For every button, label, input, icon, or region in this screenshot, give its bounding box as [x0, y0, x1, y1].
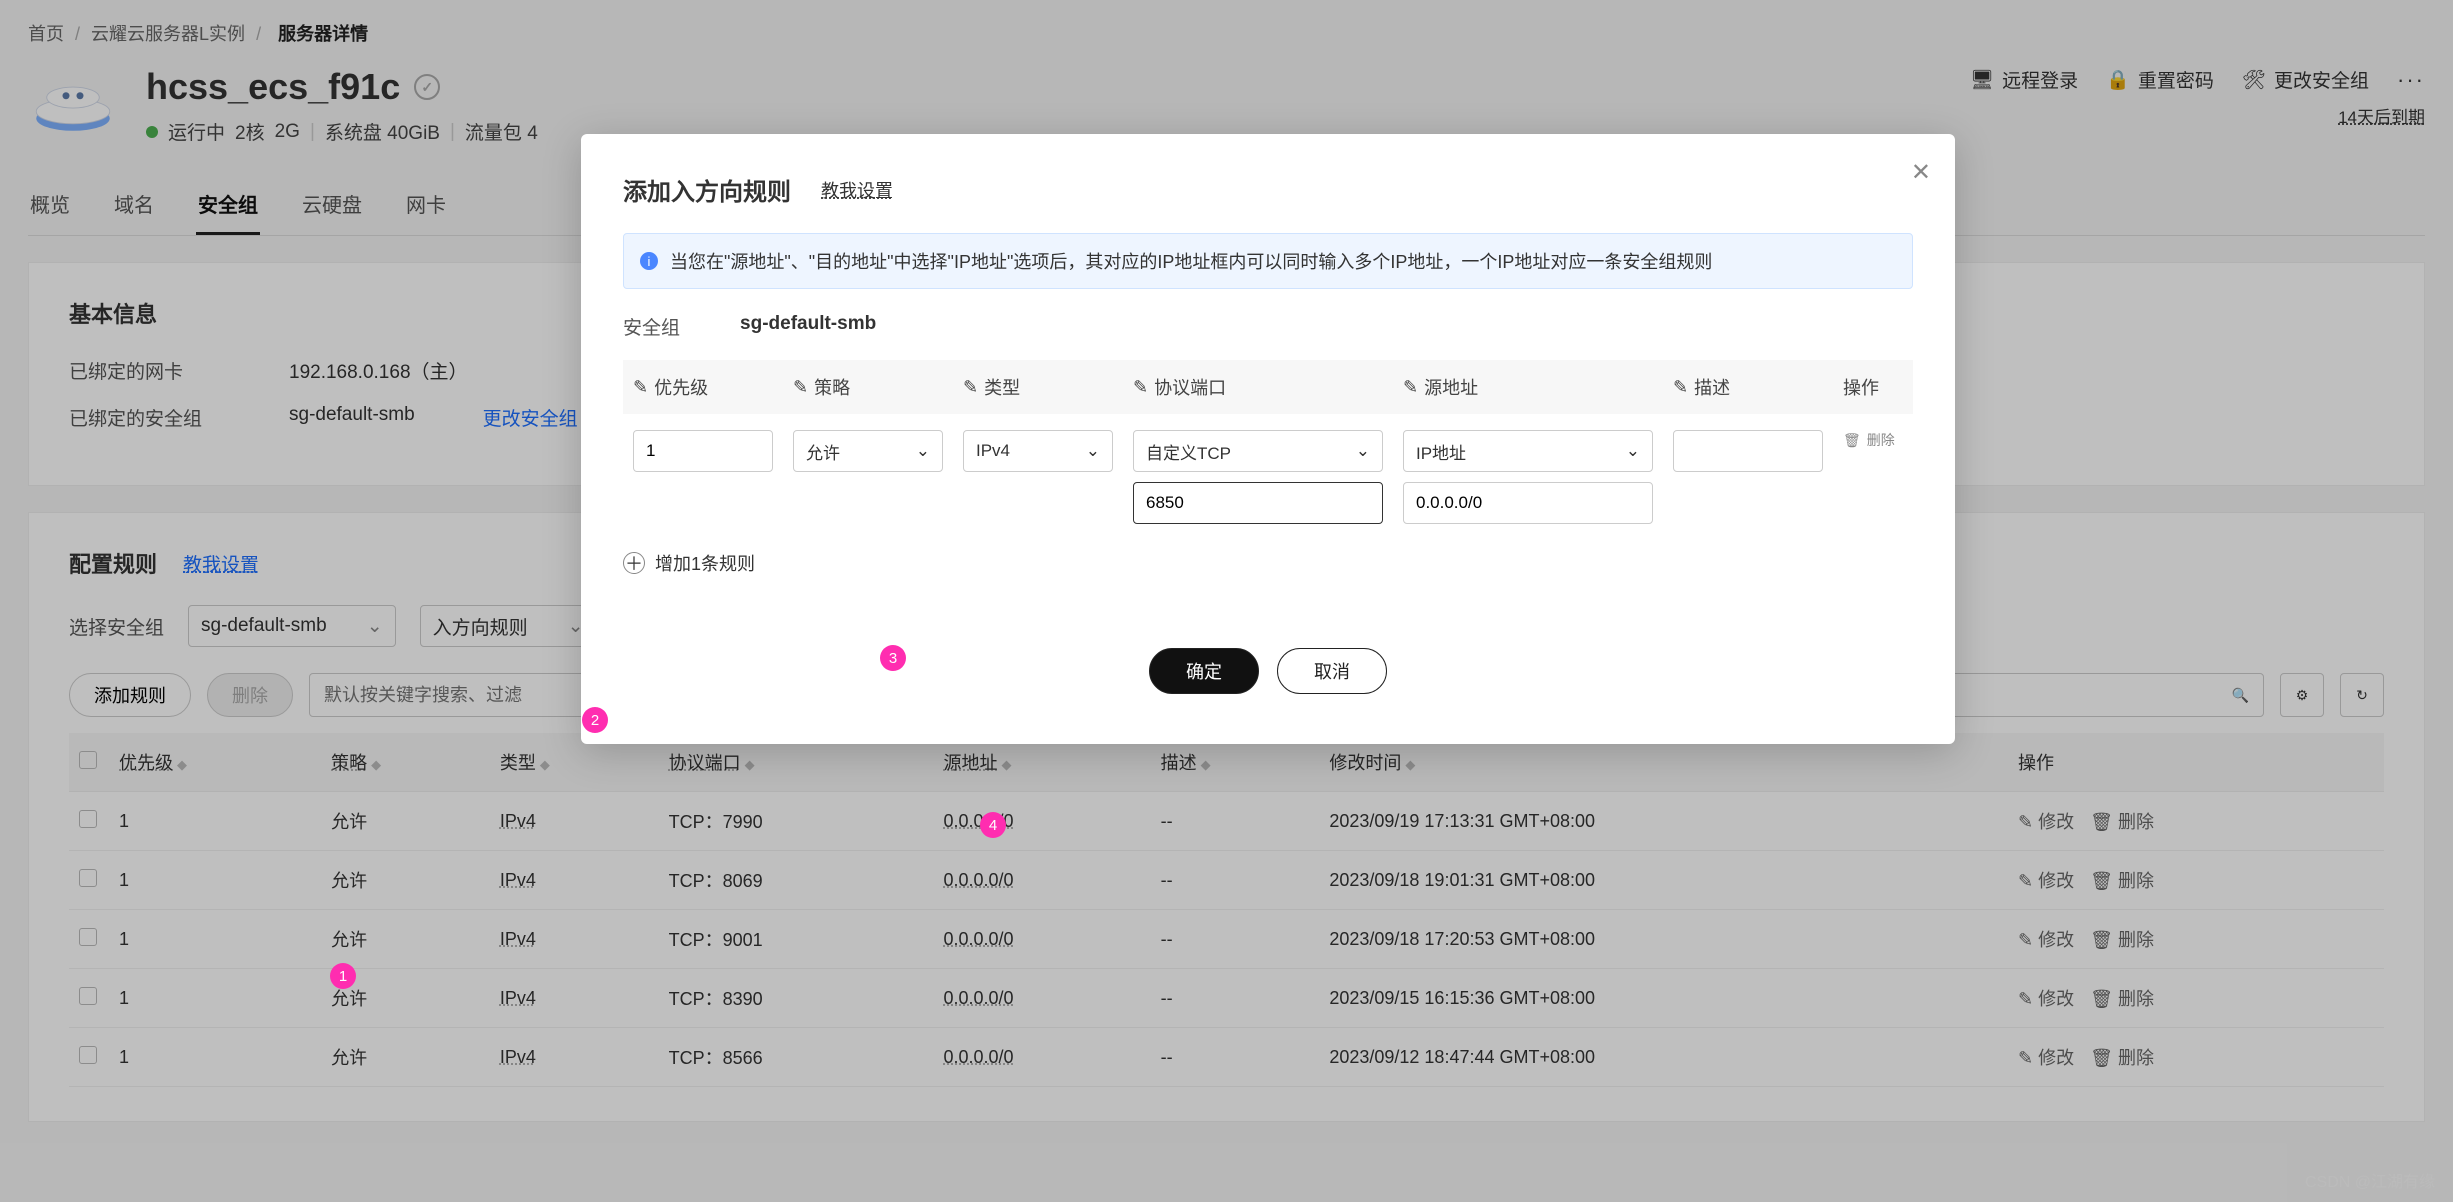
chevron-down-icon: ⌄ — [1626, 441, 1640, 461]
confirm-button[interactable]: 确定 — [1149, 648, 1259, 694]
h-src: 源地址 — [1424, 374, 1478, 400]
pen-icon: ✎ — [1673, 377, 1688, 398]
annotation-bubble-2: 2 — [582, 707, 608, 733]
h-desc: 描述 — [1694, 374, 1730, 400]
modal-notice: i 当您在"源地址"、"目的地址"中选择"IP地址"选项后，其对应的IP地址框内… — [623, 233, 1913, 289]
h-port: 协议端口 — [1154, 374, 1226, 400]
chevron-down-icon: ⌄ — [916, 441, 930, 461]
add-one-more-button[interactable]: ＋ 增加1条规则 — [623, 550, 1913, 576]
pen-icon: ✎ — [793, 377, 808, 398]
pen-icon: ✎ — [963, 377, 978, 398]
h-priority: 优先级 — [654, 374, 708, 400]
annotation-bubble-4: 4 — [980, 812, 1006, 838]
priority-input[interactable] — [633, 430, 773, 472]
h-op: 操作 — [1843, 374, 1983, 400]
h-policy: 策略 — [814, 374, 850, 400]
annotation-bubble-3: 3 — [880, 645, 906, 671]
watermark: CSDN @江湖有缘 — [2305, 1168, 2435, 1192]
trash-icon: 🗑 — [1843, 432, 1861, 449]
annotation-bubble-1: 1 — [330, 963, 356, 989]
pen-icon: ✎ — [1403, 377, 1418, 398]
chevron-down-icon: ⌄ — [1356, 441, 1370, 461]
modal-hint-link[interactable]: 教我设置 — [821, 177, 893, 203]
source-type-select[interactable]: IP地址⌄ — [1403, 430, 1653, 472]
cancel-button[interactable]: 取消 — [1277, 648, 1387, 694]
close-button[interactable]: ✕ — [1911, 158, 1931, 187]
add-rule-modal: ✕ 添加入方向规则 教我设置 i 当您在"源地址"、"目的地址"中选择"IP地址… — [581, 134, 1955, 744]
modal-sg-value: sg-default-smb — [740, 313, 876, 340]
port-input[interactable] — [1133, 482, 1383, 524]
pen-icon: ✎ — [1133, 377, 1148, 398]
info-icon: i — [640, 252, 658, 270]
plus-icon: ＋ — [623, 552, 645, 574]
pen-icon: ✎ — [633, 377, 648, 398]
policy-select[interactable]: 允许⌄ — [793, 430, 943, 472]
notice-text: 当您在"源地址"、"目的地址"中选择"IP地址"选项后，其对应的IP地址框内可以… — [670, 248, 1712, 274]
h-type: 类型 — [984, 374, 1020, 400]
desc-input[interactable] — [1673, 430, 1823, 472]
modal-title: 添加入方向规则 — [623, 172, 791, 207]
type-select[interactable]: IPv4⌄ — [963, 430, 1113, 472]
row-delete-button[interactable]: 🗑删除 — [1843, 430, 1983, 450]
source-ip-input[interactable] — [1403, 482, 1653, 524]
chevron-down-icon: ⌄ — [1086, 441, 1100, 461]
modal-sg-label: 安全组 — [623, 313, 680, 340]
protocol-select[interactable]: 自定义TCP⌄ — [1133, 430, 1383, 472]
